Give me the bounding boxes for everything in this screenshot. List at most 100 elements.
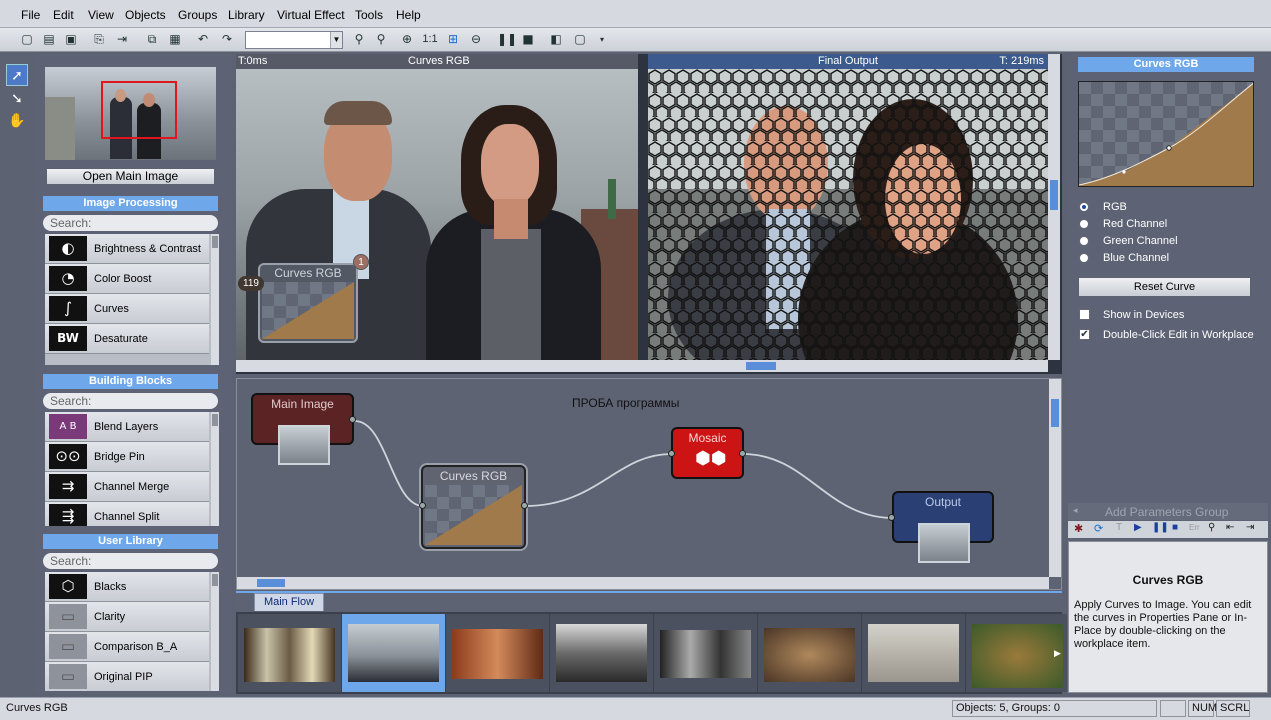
filmstrip-next-icon[interactable]: ▶	[1054, 648, 1061, 659]
user-library-search[interactable]: Search:	[43, 553, 218, 569]
curve-editor[interactable]	[1078, 81, 1254, 187]
scrollbar-thumb[interactable]	[212, 574, 218, 586]
scrollbar-thumb[interactable]	[1051, 399, 1059, 427]
node-curves-rgb[interactable]: Curves RGB	[421, 465, 526, 549]
user-library-scrollbar[interactable]	[211, 572, 219, 691]
list-item-bridge-pin[interactable]: ⊙⊙ Bridge Pin	[45, 442, 209, 472]
chevron-left-icon[interactable]: ◂	[1073, 505, 1078, 516]
double-click-edit-checkbox[interactable]: ✔	[1079, 329, 1090, 340]
menu-objects[interactable]: Objects	[125, 8, 166, 22]
building-blocks-scrollbar[interactable]	[211, 412, 219, 526]
viewport-selection-box[interactable]	[101, 81, 177, 139]
curves-rgb-preview-image[interactable]: Curves RGB 1 119	[236, 69, 638, 360]
film-thumb-6[interactable]	[758, 614, 861, 692]
binoculars-small-icon[interactable]: ⚲	[1208, 522, 1215, 533]
refresh-icon[interactable]: ⟳	[1094, 522, 1103, 535]
main-image-thumbnail[interactable]	[45, 67, 216, 160]
radio-rgb[interactable]	[1079, 202, 1089, 212]
show-in-devices-checkbox[interactable]	[1079, 309, 1090, 320]
undo-icon[interactable]: ↶	[194, 31, 212, 48]
scrollbar-thumb[interactable]	[1050, 180, 1058, 210]
zoom-in-icon[interactable]: ⊕	[398, 31, 416, 48]
menu-edit[interactable]: Edit	[53, 8, 74, 22]
menu-view[interactable]: View	[88, 8, 114, 22]
node-main-image[interactable]: Main Image	[251, 393, 354, 465]
step-back-icon[interactable]: ⇤	[1226, 522, 1234, 533]
reset-curve-button[interactable]: Reset Curve	[1078, 277, 1251, 297]
section-building-blocks[interactable]: Building Blocks	[43, 374, 218, 389]
redo-icon[interactable]: ↷	[218, 31, 236, 48]
chevron-down-icon[interactable]: ▼	[330, 32, 342, 48]
direct-select-icon[interactable]: ➘	[6, 88, 28, 110]
add-parameters-group-bar[interactable]: ◂ Add Parameters Group	[1068, 503, 1268, 520]
list-item-blend-layers[interactable]: A B Blend Layers	[45, 412, 209, 442]
radio-red-channel[interactable]	[1079, 219, 1089, 229]
list-item-desaturate[interactable]: BW Desaturate	[45, 324, 209, 354]
stop-icon[interactable]: ■	[519, 31, 537, 48]
toolbar-overflow-icon[interactable]: ▾	[593, 31, 611, 48]
binoculars-all-icon[interactable]: ⚲	[372, 31, 390, 48]
section-user-library[interactable]: User Library	[43, 534, 218, 549]
menu-help[interactable]: Help	[396, 8, 421, 22]
bug-icon[interactable]: ✱	[1074, 522, 1083, 535]
paste-icon[interactable]: ▦	[166, 31, 184, 48]
list-item-color-boost[interactable]: ◔ Color Boost	[45, 264, 209, 294]
scrollbar-thumb[interactable]	[212, 236, 218, 248]
viewer-vertical-scrollbar[interactable]	[1048, 54, 1060, 360]
building-blocks-search[interactable]: Search:	[43, 393, 218, 409]
split-view-icon[interactable]: ◧	[547, 31, 565, 48]
node-mosaic[interactable]: Mosaic ⬢⬢	[671, 427, 744, 479]
film-thumb-7[interactable]	[862, 614, 965, 692]
scrollbar-thumb[interactable]	[746, 362, 776, 370]
list-item-channel-split[interactable]: ⇶ Channel Split	[45, 502, 209, 526]
hand-pan-icon[interactable]: ✋	[6, 110, 28, 132]
open-main-image-button[interactable]: Open Main Image	[46, 168, 215, 185]
list-item-clarity[interactable]: ▭ Clarity	[45, 602, 209, 632]
node-output[interactable]: Output	[892, 491, 994, 563]
tab-main-flow[interactable]: Main Flow	[254, 593, 324, 611]
fit-to-window-icon[interactable]: ⊞	[444, 31, 462, 48]
new-file-icon[interactable]: ▢	[18, 31, 36, 48]
single-view-icon[interactable]: ▢	[571, 31, 589, 48]
curves-output-port[interactable]	[521, 502, 528, 509]
flow-vertical-scrollbar[interactable]	[1049, 379, 1061, 577]
flow-editor[interactable]: ПРОБА программы Main Image Curves RGB Mo…	[236, 378, 1062, 590]
radio-blue-channel[interactable]	[1079, 253, 1089, 263]
step-forward-icon[interactable]: ⇥	[1246, 522, 1254, 533]
import-icon[interactable]: ⇥	[113, 31, 131, 48]
copy-icon[interactable]: ⧉	[143, 31, 161, 48]
film-thumb-2-selected[interactable]	[342, 614, 445, 692]
menu-library[interactable]: Library	[228, 8, 265, 22]
final-output-image[interactable]	[648, 69, 1048, 360]
open-folder-icon[interactable]: ▤	[40, 31, 58, 48]
main-image-output-port[interactable]	[349, 416, 356, 423]
image-processing-scrollbar[interactable]	[211, 234, 219, 365]
text-cursor-icon[interactable]: T	[1116, 522, 1122, 533]
stop-small-icon[interactable]: ■	[1172, 522, 1178, 533]
curves-input-port[interactable]	[419, 502, 426, 509]
flow-horizontal-scrollbar[interactable]	[237, 577, 1049, 589]
zoom-actual-size[interactable]: 1:1	[421, 31, 439, 48]
film-thumb-1[interactable]	[238, 614, 341, 692]
film-thumb-4[interactable]	[550, 614, 653, 692]
play-icon[interactable]: ▶	[1134, 522, 1142, 533]
list-item-original-pip[interactable]: ▭ Original PIP	[45, 662, 209, 691]
film-thumb-5[interactable]	[654, 614, 757, 692]
list-item-comparison-b-a[interactable]: ▭ Comparison B_A	[45, 632, 209, 662]
mosaic-input-port[interactable]	[668, 450, 675, 457]
output-input-port[interactable]	[888, 514, 895, 521]
error-icon[interactable]: Err	[1189, 523, 1200, 532]
scrollbar-thumb[interactable]	[257, 579, 285, 587]
select-arrow-icon[interactable]: ➚	[6, 64, 28, 86]
menu-tools[interactable]: Tools	[355, 8, 383, 22]
viewer-horizontal-scrollbar[interactable]	[236, 360, 1048, 372]
zoom-combo[interactable]: ▼	[245, 31, 343, 49]
image-processing-search[interactable]: Search:	[43, 215, 218, 231]
binoculars-icon[interactable]: ⚲	[350, 31, 368, 48]
curves-rgb-overlay-node[interactable]: Curves RGB	[258, 263, 358, 343]
list-item-channel-merge[interactable]: ⇉ Channel Merge	[45, 472, 209, 502]
zoom-out-icon[interactable]: ⊖	[467, 31, 485, 48]
export-icon[interactable]: ⎘	[90, 31, 108, 48]
film-thumb-3[interactable]	[446, 614, 549, 692]
list-item-curves[interactable]: ∫ Curves	[45, 294, 209, 324]
